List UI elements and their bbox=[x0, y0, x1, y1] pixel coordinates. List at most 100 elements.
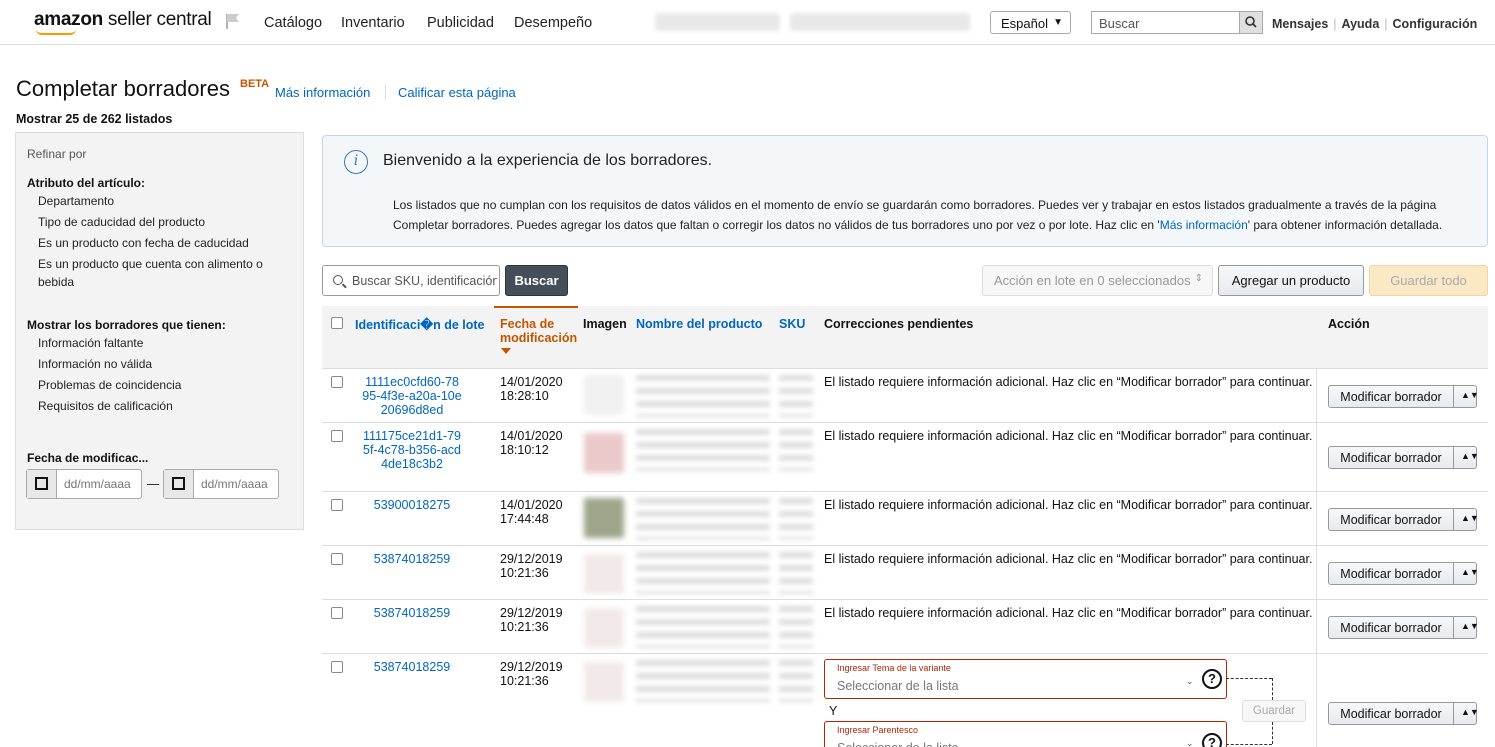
divider bbox=[1316, 600, 1317, 654]
date-to-field[interactable]: dd/mm/aaaa bbox=[163, 469, 279, 499]
table-row: 53874018259 29/12/2019 10:21:36 Ingresar … bbox=[322, 654, 1488, 747]
save-variant-button[interactable]: Guardar bbox=[1242, 700, 1306, 722]
sort-desc-icon bbox=[501, 348, 511, 354]
nav-advertising[interactable]: Publicidad bbox=[427, 15, 494, 31]
page-title: Completar borradores bbox=[16, 76, 230, 101]
refine-heading: Refinar por bbox=[27, 147, 87, 161]
col-modified-date[interactable]: Fecha de modificación bbox=[500, 317, 580, 345]
row-checkbox[interactable] bbox=[331, 661, 343, 673]
dropdown-arrows-icon[interactable]: ▲▼ bbox=[1461, 390, 1479, 400]
product-name-blurred[interactable] bbox=[636, 606, 770, 648]
more-info-link[interactable]: Más información bbox=[275, 85, 370, 100]
info-more-link[interactable]: Más información bbox=[1160, 218, 1248, 232]
row-checkbox[interactable] bbox=[331, 607, 343, 619]
correction-text: El listado requiere información adiciona… bbox=[824, 606, 1313, 620]
batch-id-link[interactable]: 111175ce21d1-795f-4c78-b356-acd4de18c3b2 bbox=[362, 429, 462, 471]
row-checkbox[interactable] bbox=[331, 553, 343, 565]
add-product-button[interactable]: Agregar un producto bbox=[1218, 265, 1364, 296]
date-from-field[interactable]: dd/mm/aaaa bbox=[26, 469, 142, 499]
col-sku[interactable]: SKU bbox=[779, 317, 805, 331]
variant-theme-select[interactable]: Ingresar Tema de la variante Seleccionar… bbox=[824, 659, 1227, 699]
product-image[interactable] bbox=[584, 554, 624, 594]
product-image[interactable] bbox=[584, 498, 624, 538]
batch-id-link[interactable]: 53900018275 bbox=[362, 498, 462, 512]
seller-central-logo[interactable]: amazon seller central bbox=[34, 9, 212, 35]
sku-blurred bbox=[779, 429, 813, 471]
global-search-input[interactable]: Buscar bbox=[1091, 11, 1239, 34]
filter-match-issues[interactable]: Problemas de coincidencia bbox=[38, 376, 288, 394]
product-name-blurred[interactable] bbox=[636, 375, 770, 417]
filter-qualification[interactable]: Requisitos de calificación bbox=[38, 397, 288, 415]
filter-food-beverage[interactable]: Es un producto que cuenta con alimento o… bbox=[38, 255, 278, 291]
batch-id-link[interactable]: 1111ec0cfd60-7895-4f3e-a20a-10e20696d8ed bbox=[362, 375, 462, 417]
parentage-label: Ingresar Parentesco bbox=[837, 725, 919, 735]
select-arrows-icon: ⇕ bbox=[1194, 273, 1203, 284]
row-checkbox[interactable] bbox=[331, 430, 343, 442]
filter-department[interactable]: Departamento bbox=[38, 192, 288, 210]
dropdown-arrows-icon[interactable]: ▲▼ bbox=[1461, 451, 1479, 461]
modified-date: 14/01/2020 18:10:12 bbox=[500, 429, 563, 457]
filter-missing-info[interactable]: Información faltante bbox=[38, 334, 288, 352]
connector-line bbox=[1272, 678, 1273, 700]
dropdown-arrows-icon[interactable]: ▲▼ bbox=[1461, 567, 1479, 577]
product-name-blurred[interactable] bbox=[636, 660, 770, 702]
modify-draft-button[interactable]: Modificar borrador ▲▼ bbox=[1328, 562, 1479, 585]
dropdown-arrows-icon[interactable]: ▲▼ bbox=[1461, 707, 1479, 717]
product-image[interactable] bbox=[584, 375, 624, 415]
search-button[interactable] bbox=[1239, 11, 1263, 34]
search-sku-button[interactable]: Buscar bbox=[505, 265, 568, 296]
nav-performance[interactable]: Desempeño bbox=[514, 15, 592, 31]
rate-page-link[interactable]: Calificar esta página bbox=[398, 85, 516, 100]
help-link[interactable]: Ayuda bbox=[1342, 17, 1380, 31]
help-icon[interactable]: ? bbox=[1202, 669, 1222, 689]
product-image[interactable] bbox=[584, 608, 624, 648]
nav-inventory[interactable]: Inventario bbox=[341, 15, 405, 31]
modify-draft-button[interactable]: Modificar borrador ▲▼ bbox=[1328, 616, 1479, 639]
divider bbox=[1316, 654, 1317, 747]
correction-text: El listado requiere información adiciona… bbox=[824, 429, 1313, 443]
modify-draft-button[interactable]: Modificar borrador ▲▼ bbox=[1328, 385, 1479, 408]
batch-id-link[interactable]: 53874018259 bbox=[362, 552, 462, 566]
modified-date-section-title: Fecha de modificac... bbox=[27, 451, 149, 465]
flag-icon[interactable] bbox=[224, 12, 242, 30]
product-image[interactable] bbox=[584, 662, 624, 702]
store-name-blurred[interactable] bbox=[655, 13, 780, 31]
product-name-blurred[interactable] bbox=[636, 552, 770, 594]
save-all-button[interactable]: Guardar todo bbox=[1369, 265, 1488, 296]
modify-draft-button[interactable]: Modificar borrador ▲▼ bbox=[1328, 702, 1479, 725]
help-icon[interactable]: ? bbox=[1202, 733, 1222, 747]
correction-text: El listado requiere información adiciona… bbox=[824, 498, 1313, 512]
product-name-blurred[interactable] bbox=[636, 429, 770, 471]
product-image[interactable] bbox=[584, 433, 624, 473]
batch-action-select[interactable]: Acción en lote en 0 seleccionados ⇕ bbox=[982, 265, 1213, 296]
dropdown-arrows-icon[interactable]: ▲▼ bbox=[1461, 513, 1479, 523]
col-product-name[interactable]: Nombre del producto bbox=[636, 317, 762, 331]
row-checkbox[interactable] bbox=[331, 376, 343, 388]
modified-date: 29/12/2019 10:21:36 bbox=[500, 552, 563, 580]
filter-expiration-type[interactable]: Tipo de caducidad del producto bbox=[38, 213, 288, 231]
settings-link[interactable]: Configuración bbox=[1393, 17, 1478, 31]
language-select[interactable]: Español ▼ bbox=[990, 11, 1071, 34]
marketplace-selector-blurred[interactable] bbox=[790, 13, 970, 31]
calendar-icon[interactable] bbox=[27, 470, 57, 498]
modify-draft-button[interactable]: Modificar borrador ▲▼ bbox=[1328, 508, 1479, 531]
batch-id-link[interactable]: 53874018259 bbox=[362, 660, 462, 674]
col-corrections: Correcciones pendientes bbox=[824, 317, 974, 331]
parentage-select[interactable]: Ingresar Parentesco Seleccionar de la li… bbox=[824, 721, 1227, 747]
filter-has-expiration[interactable]: Es un producto con fecha de caducidad bbox=[38, 234, 288, 252]
modify-draft-button[interactable]: Modificar borrador ▲▼ bbox=[1328, 446, 1479, 469]
filter-invalid-info[interactable]: Información no válida bbox=[38, 355, 288, 373]
col-batch-id[interactable]: Identificaci�n de lote bbox=[355, 317, 485, 332]
product-name-blurred[interactable] bbox=[636, 498, 770, 540]
sku-search-input[interactable]: Buscar SKU, identificación bbox=[322, 265, 500, 296]
select-all-checkbox[interactable] bbox=[331, 317, 343, 329]
nav-catalog[interactable]: Catálogo bbox=[264, 15, 322, 31]
table-row: 53900018275 14/01/2020 17:44:48 El listad… bbox=[322, 492, 1488, 546]
row-checkbox[interactable] bbox=[331, 499, 343, 511]
beta-badge: BETA bbox=[240, 78, 270, 90]
messages-link[interactable]: Mensajes bbox=[1272, 17, 1328, 31]
dropdown-arrows-icon[interactable]: ▲▼ bbox=[1461, 621, 1479, 631]
batch-id-link[interactable]: 53874018259 bbox=[362, 606, 462, 620]
calendar-icon[interactable] bbox=[164, 470, 194, 498]
variant-theme-label: Ingresar Tema de la variante bbox=[837, 663, 951, 673]
